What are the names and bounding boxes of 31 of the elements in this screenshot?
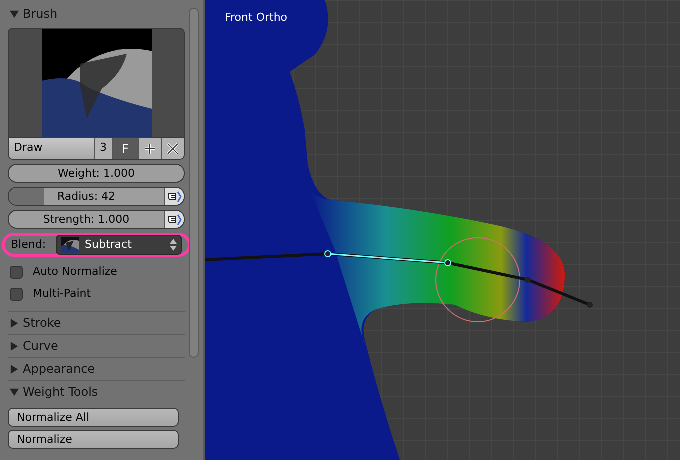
collapsed-triangle-icon[interactable] [10,364,19,374]
brush-preview[interactable] [8,28,185,138]
checkbox[interactable] [10,266,23,278]
expanded-triangle-icon[interactable] [10,388,19,396]
panel-header[interactable]: Curve [23,337,58,355]
blend-value: Subtract [85,236,133,253]
view-title: Front Ortho [225,10,288,26]
number-field[interactable]: Weight: 1.000 [8,164,185,183]
pressure-toggle[interactable] [164,188,184,205]
tool-button[interactable]: Normalize All [8,408,179,427]
checkbox-label[interactable]: Multi-Paint [33,286,92,302]
scrollbar[interactable] [189,8,199,358]
collapsed-triangle-icon[interactable] [10,342,19,350]
blend-thumbnail-icon [61,237,80,253]
panel-header[interactable]: Appearance [23,360,96,378]
hand-icon [168,214,182,226]
hand-icon [168,190,182,202]
checkbox[interactable] [10,288,23,300]
panel-header[interactable]: Weight Tools [23,383,98,401]
blend-label: Blend: [11,236,46,253]
up-down-arrows-icon [170,239,177,251]
number-field[interactable]: Strength: 1.000 [8,210,185,229]
expanded-triangle-icon[interactable] [10,10,19,18]
checkbox-label[interactable]: Auto Normalize [33,264,118,280]
collapsed-triangle-icon[interactable] [10,318,19,328]
pressure-toggle[interactable] [164,211,184,228]
tool-button[interactable]: Normalize [8,430,179,449]
panel-header[interactable]: Stroke [23,314,62,332]
panel-header[interactable]: Brush [23,5,58,23]
slider-field[interactable]: Radius: 42 [8,187,185,206]
blend-dropdown[interactable]: Subtract [56,235,182,255]
